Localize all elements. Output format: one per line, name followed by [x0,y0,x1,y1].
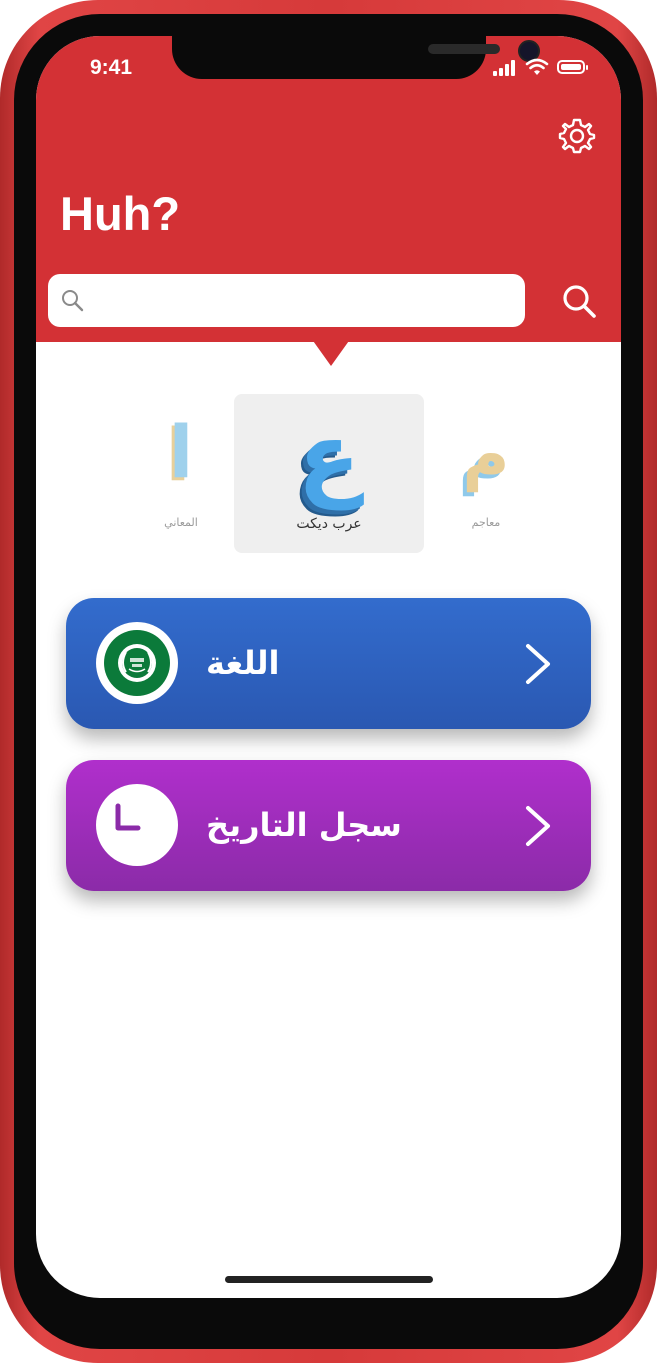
carousel-item-maajim[interactable]: م معاجم [441,416,531,546]
speaker-grille [428,44,500,54]
carousel-item-arabdict[interactable]: ع عرب ديكت [234,394,424,553]
carousel-label: معاجم [471,516,501,529]
status-time: 9:41 [90,56,133,79]
clock-badge [96,784,178,866]
history-button-label: سجل التاريخ [206,806,402,844]
carousel-label: المعاني [164,516,198,529]
app-screen: 9:41 Huh? ا المعاني ع عرب ديكت م معاجم ا… [36,36,621,1298]
page-title: Huh? [60,187,181,240]
app-header: 9:41 Huh? [36,36,621,342]
cellular-signal-icon [493,60,519,76]
clock-icon [115,803,141,831]
language-button-label: اللغة [206,644,280,682]
camera-notch [172,36,540,79]
flag-badge [96,622,178,704]
home-indicator[interactable] [225,1276,433,1283]
carousel-glyph: ا [168,410,194,494]
search-button-icon[interactable] [560,282,598,320]
battery-icon [557,60,588,74]
carousel-glyph: ع [297,403,361,510]
search-field[interactable] [48,274,525,329]
language-button[interactable]: اللغة [66,598,591,729]
gear-icon[interactable] [558,117,596,155]
carousel-label: عرب ديكت [296,516,362,532]
magnifier-icon [62,290,84,312]
header-pointer [311,338,351,366]
carousel-item-maani[interactable]: ا المعاني [136,402,226,542]
search-input[interactable] [92,274,516,329]
chevron-right-icon [526,806,550,846]
chevron-right-icon [526,644,550,684]
carousel-glyph: م [462,419,510,493]
wifi-icon [525,58,549,75]
history-button[interactable]: سجل التاريخ [66,760,591,891]
arab-league-flag-icon [104,630,170,696]
